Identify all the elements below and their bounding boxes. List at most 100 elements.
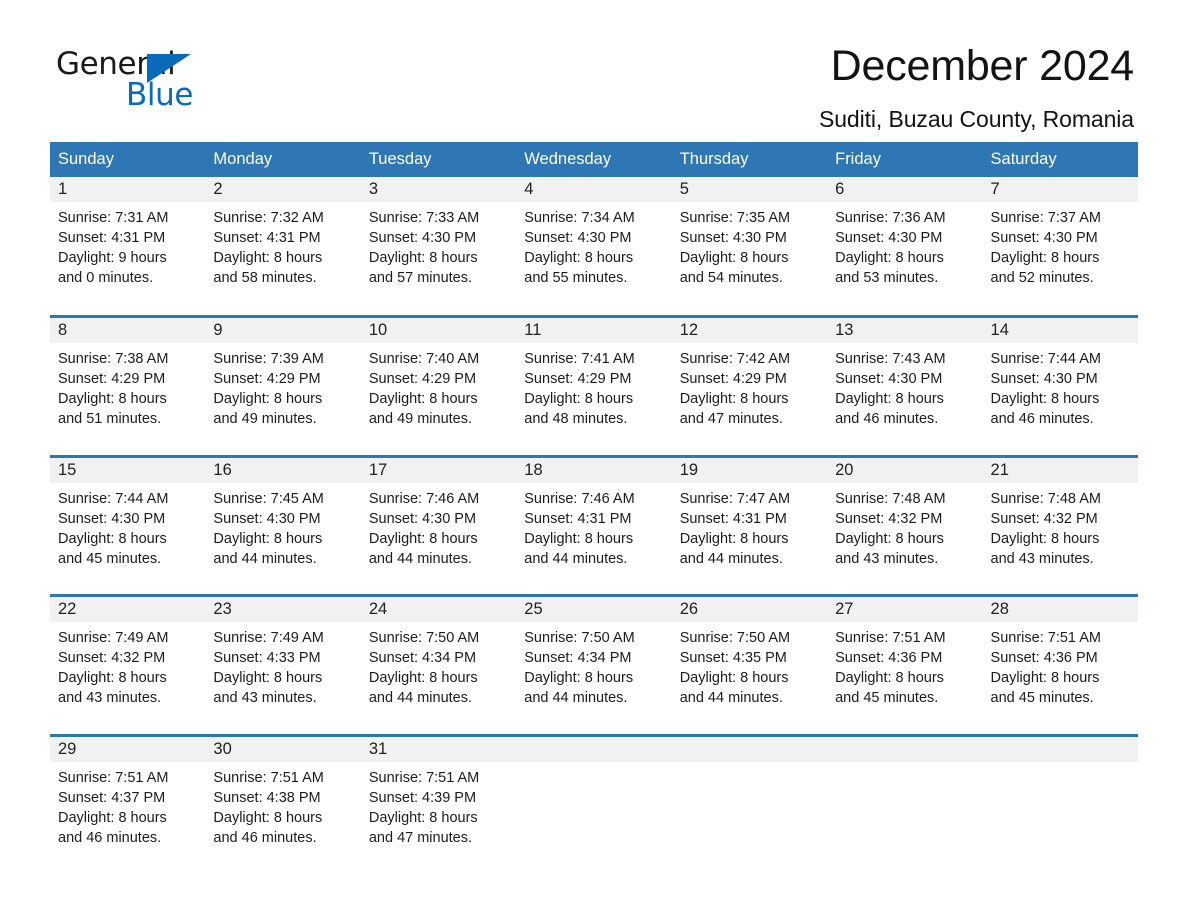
sunrise-text: Sunrise: 7:46 AM (524, 490, 635, 507)
daylight-text-line1: Daylight: 8 hours (524, 530, 634, 547)
sunset-text: Sunset: 4:35 PM (679, 650, 787, 666)
daylight-text-line1: Daylight: 8 hours (524, 250, 634, 266)
calendar-day-cell[interactable]: 24 Sunrise: 7:50 AM Sunset: 4:34 PM Dayligh… (360, 594, 517, 724)
sunrise-text: Sunrise: 7:51 AM (990, 630, 1101, 646)
day-number: 16 (205, 457, 361, 483)
calendar-day-cell[interactable]: 2 Sunrise: 7:32 AM Sunset: 4:31 PM Daylight… (205, 177, 361, 305)
daylight-text-line1: Daylight: 8 hours (368, 250, 478, 266)
day-number: 2 (205, 177, 361, 202)
calendar-day-cell[interactable]: 15 Sunrise: 7:44 AM Sunset: 4:30 PM Dayligh… (50, 454, 206, 584)
day-details (983, 762, 1138, 768)
daylight-text-line1: Daylight: 8 hours (213, 809, 323, 826)
calendar-day-cell[interactable]: 17 Sunrise: 7:46 AM Sunset: 4:30 PM Dayligh… (360, 454, 517, 584)
calendar-day-cell[interactable]: 8 Sunrise: 7:38 AM Sunset: 4:29 PM Daylight… (50, 315, 206, 445)
day-details: Sunrise: 7:37 AM Sunset: 4:30 PM Daylight:… (983, 202, 1138, 288)
calendar-day-cell[interactable]: 31 Sunrise: 7:51 AM Sunset: 4:39 PM Dayligh… (360, 733, 517, 863)
calendar-day-cell[interactable]: 20 Sunrise: 7:48 AM Sunset: 4:32 PM Dayligh… (827, 454, 983, 584)
sunrise-text: Sunrise: 7:48 AM (990, 490, 1101, 507)
daylight-text-line1: Daylight: 8 hours (990, 391, 1100, 407)
daylight-text-line1: Daylight: 9 hours (58, 250, 167, 266)
sunrise-text: Sunrise: 7:50 AM (368, 630, 480, 646)
weekday-header-sunday: Sunday (50, 142, 206, 177)
calendar-day-cell[interactable]: 28 Sunrise: 7:51 AM Sunset: 4:36 PM Dayligh… (982, 594, 1138, 724)
calendar-day-cell[interactable]: 22 Sunrise: 7:49 AM Sunset: 4:32 PM Dayligh… (50, 594, 206, 724)
calendar-week-row: 8 Sunrise: 7:38 AM Sunset: 4:29 PM Daylight… (50, 315, 1138, 445)
daylight-text-line2: and 46 minutes. (213, 829, 317, 846)
sunset-text: Sunset: 4:37 PM (58, 789, 166, 806)
sunset-text: Sunset: 4:30 PM (368, 510, 477, 527)
logo-text-blue: Blue (126, 77, 193, 113)
daylight-text-line2: and 47 minutes. (368, 829, 473, 846)
daylight-text-line1: Daylight: 8 hours (368, 670, 478, 686)
daylight-text-line2: and 52 minutes. (990, 270, 1094, 286)
day-details: Sunrise: 7:46 AM Sunset: 4:31 PM Daylight:… (516, 483, 671, 569)
calendar-day-cell[interactable]: 12 Sunrise: 7:42 AM Sunset: 4:29 PM Dayligh… (671, 315, 828, 445)
sunset-text: Sunset: 4:29 PM (524, 371, 632, 387)
calendar-header-row: Sunday Monday Tuesday Wednesday Thursday… (50, 142, 1138, 177)
calendar-day-cell[interactable]: 21 Sunrise: 7:48 AM Sunset: 4:32 PM Dayligh… (982, 454, 1138, 584)
calendar-day-cell[interactable]: 1 Sunrise: 7:31 AM Sunset: 4:31 PM Daylight… (50, 177, 206, 305)
sunset-text: Sunset: 4:34 PM (368, 650, 477, 666)
daylight-text-line2: and 54 minutes. (679, 270, 783, 286)
sunset-text: Sunset: 4:30 PM (368, 230, 477, 246)
daylight-text-line1: Daylight: 8 hours (679, 391, 789, 407)
daylight-text-line1: Daylight: 8 hours (990, 670, 1100, 686)
day-details: Sunrise: 7:34 AM Sunset: 4:30 PM Daylight:… (516, 202, 671, 288)
calendar-day-cell[interactable]: 18 Sunrise: 7:46 AM Sunset: 4:31 PM Dayligh… (516, 454, 672, 584)
calendar-day-cell[interactable]: 23 Sunrise: 7:49 AM Sunset: 4:33 PM Dayligh… (205, 594, 361, 724)
sunset-text: Sunset: 4:29 PM (213, 371, 321, 387)
daylight-text-line1: Daylight: 8 hours (58, 391, 167, 407)
sunrise-text: Sunrise: 7:43 AM (835, 351, 946, 367)
day-number: 8 (50, 318, 206, 343)
general-blue-logo[interactable]: General Blue (50, 44, 200, 116)
day-details: Sunrise: 7:39 AM Sunset: 4:29 PM Daylight:… (205, 343, 360, 429)
daylight-text-line2: and 53 minutes. (835, 270, 939, 286)
day-details: Sunrise: 7:47 AM Sunset: 4:31 PM Daylight:… (672, 483, 827, 569)
calendar-day-cell[interactable]: 7 Sunrise: 7:37 AM Sunset: 4:30 PM Daylight… (982, 177, 1138, 305)
sunset-text: Sunset: 4:36 PM (990, 650, 1098, 666)
calendar-table: Sunday Monday Tuesday Wednesday Thursday… (50, 142, 1138, 863)
calendar-day-cell[interactable]: 3 Sunrise: 7:33 AM Sunset: 4:30 PM Daylight… (360, 177, 517, 305)
page-subtitle: Suditi, Buzau County, Romania (818, 106, 1134, 133)
sunset-text: Sunset: 4:31 PM (679, 510, 787, 527)
daylight-text-line2: and 46 minutes. (990, 411, 1094, 427)
calendar-day-cell[interactable]: 11 Sunrise: 7:41 AM Sunset: 4:29 PM Dayligh… (516, 315, 672, 445)
day-details: Sunrise: 7:48 AM Sunset: 4:32 PM Daylight:… (827, 483, 982, 569)
calendar-day-cell[interactable]: 19 Sunrise: 7:47 AM Sunset: 4:31 PM Dayligh… (671, 454, 828, 584)
calendar-week-row: 22 Sunrise: 7:49 AM Sunset: 4:32 PM Dayligh… (50, 594, 1138, 724)
calendar-day-cell[interactable]: 25 Sunrise: 7:50 AM Sunset: 4:34 PM Dayligh… (516, 594, 672, 724)
day-number: 24 (360, 597, 517, 622)
day-details: Sunrise: 7:51 AM Sunset: 4:36 PM Daylight:… (827, 622, 982, 708)
calendar-week-row: 15 Sunrise: 7:44 AM Sunset: 4:30 PM Dayligh… (50, 454, 1138, 584)
sunrise-text: Sunrise: 7:51 AM (213, 769, 324, 786)
daylight-text-line2: and 46 minutes. (58, 829, 162, 846)
sunrise-text: Sunrise: 7:49 AM (58, 630, 169, 646)
calendar-day-cell[interactable]: 27 Sunrise: 7:51 AM Sunset: 4:36 PM Dayligh… (827, 594, 983, 724)
page-title: December 2024 (830, 42, 1135, 90)
daylight-text-line1: Daylight: 8 hours (213, 670, 323, 686)
daylight-text-line2: and 46 minutes. (835, 411, 939, 427)
sunset-text: Sunset: 4:30 PM (679, 230, 787, 246)
calendar-day-cell[interactable]: 13 Sunrise: 7:43 AM Sunset: 4:30 PM Dayligh… (827, 315, 983, 445)
daylight-text-line1: Daylight: 8 hours (213, 250, 323, 266)
daylight-text-line2: and 44 minutes. (679, 690, 783, 706)
day-details: Sunrise: 7:46 AM Sunset: 4:30 PM Daylight:… (361, 483, 516, 569)
calendar-day-cell[interactable]: 16 Sunrise: 7:45 AM Sunset: 4:30 PM Dayligh… (205, 454, 361, 584)
sunset-text: Sunset: 4:34 PM (524, 650, 632, 666)
calendar-day-cell[interactable]: 4 Sunrise: 7:34 AM Sunset: 4:30 PM Daylight… (516, 177, 672, 305)
day-details: Sunrise: 7:51 AM Sunset: 4:38 PM Daylight:… (205, 762, 360, 848)
calendar-day-cell[interactable]: 29 Sunrise: 7:51 AM Sunset: 4:37 PM Dayligh… (50, 733, 206, 863)
day-details: Sunrise: 7:48 AM Sunset: 4:32 PM Daylight:… (983, 483, 1138, 569)
day-details: Sunrise: 7:35 AM Sunset: 4:30 PM Daylight:… (672, 202, 827, 288)
day-number (982, 736, 1138, 762)
calendar-day-cell[interactable]: 14 Sunrise: 7:44 AM Sunset: 4:30 PM Dayligh… (982, 315, 1138, 445)
sunset-text: Sunset: 4:32 PM (990, 510, 1098, 527)
day-details: Sunrise: 7:31 AM Sunset: 4:31 PM Daylight:… (50, 202, 205, 288)
sunset-text: Sunset: 4:32 PM (58, 650, 166, 666)
calendar-day-cell[interactable]: 5 Sunrise: 7:35 AM Sunset: 4:30 PM Daylight… (671, 177, 828, 305)
calendar-day-cell[interactable]: 30 Sunrise: 7:51 AM Sunset: 4:38 PM Dayligh… (205, 733, 361, 863)
calendar-day-cell[interactable]: 10 Sunrise: 7:40 AM Sunset: 4:29 PM Dayligh… (360, 315, 517, 445)
calendar-day-cell[interactable]: 9 Sunrise: 7:39 AM Sunset: 4:29 PM Daylight… (205, 315, 361, 445)
calendar-day-cell[interactable]: 6 Sunrise: 7:36 AM Sunset: 4:30 PM Daylight… (827, 177, 983, 305)
calendar-day-cell[interactable]: 26 Sunrise: 7:50 AM Sunset: 4:35 PM Dayligh… (671, 594, 828, 724)
